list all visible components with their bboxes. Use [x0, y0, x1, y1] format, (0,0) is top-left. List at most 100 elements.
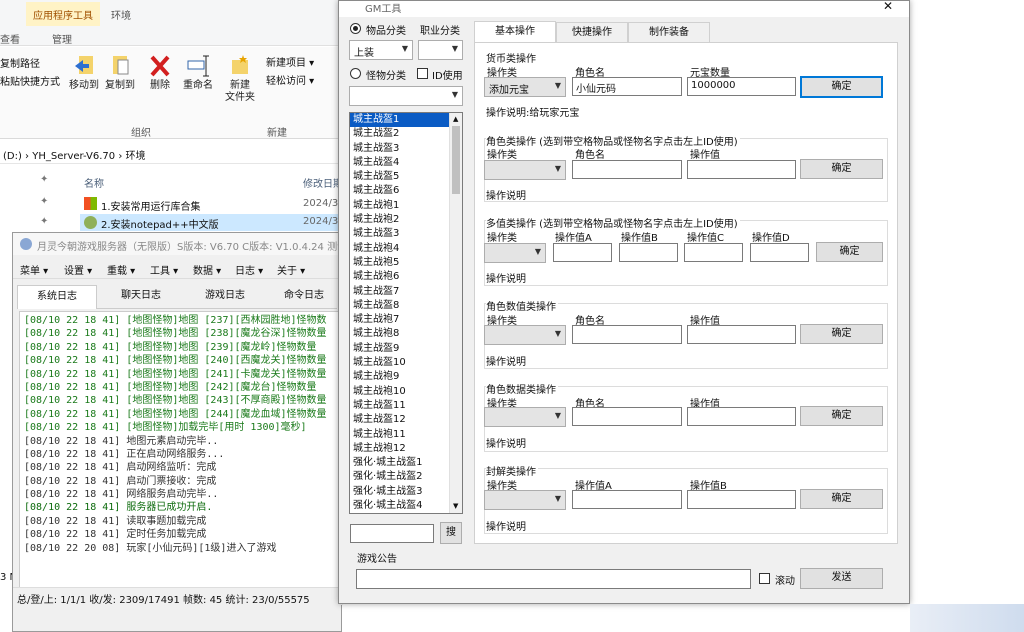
new-item-menu[interactable]: 新建项目 ▾ — [266, 54, 314, 69]
tab-chat-log[interactable]: 聊天日志 — [101, 285, 181, 309]
list-item[interactable]: 城主战袍1 — [350, 199, 449, 213]
radio-item-category[interactable] — [350, 23, 361, 34]
numeric-role-input[interactable] — [572, 325, 682, 344]
move-to-button[interactable]: 移动到 — [66, 54, 102, 92]
tab-command-log[interactable]: 命令日志 — [269, 285, 339, 309]
tab-craft-equip[interactable]: 制作装备 — [628, 22, 710, 42]
copy-path-action[interactable]: 复制路径 — [0, 55, 40, 70]
currency-confirm-button[interactable]: 确定 — [800, 76, 883, 98]
list-item[interactable]: 城主战盔9 — [350, 342, 449, 356]
menu-tools[interactable]: 工具 ▾ — [150, 262, 178, 277]
data-op-select[interactable]: ▼ — [484, 407, 566, 427]
file-row[interactable]: 1.安装常用运行库合集 2024/3 — [80, 196, 345, 213]
scroll-thumb[interactable] — [452, 126, 460, 194]
file-row-selected[interactable]: 2.安装notepad++中文版 2024/3 — [80, 214, 345, 231]
close-icon[interactable]: ✕ — [883, 0, 893, 13]
list-item[interactable]: 城主战袍2 — [350, 213, 449, 227]
tab-view[interactable]: 查看 — [0, 31, 20, 46]
copy-to-button[interactable]: 复制到 — [102, 54, 138, 92]
position-select[interactable]: 上装 ▼ — [349, 40, 413, 60]
numeric-value-input[interactable] — [687, 325, 796, 344]
tab-environment[interactable]: 环境 — [111, 7, 131, 22]
tab-game-log[interactable]: 游戏日志 — [185, 285, 265, 309]
menu-main[interactable]: 菜单 ▾ — [20, 262, 48, 277]
tab-quick-ops[interactable]: 快捷操作 — [556, 22, 628, 42]
data-value-input[interactable] — [687, 407, 796, 426]
list-item[interactable]: 强化·城主战盔4 — [350, 499, 449, 513]
numeric-confirm-button[interactable]: 确定 — [800, 324, 883, 344]
list-item[interactable]: 城主战袍8 — [350, 327, 449, 341]
id-use-checkbox[interactable] — [417, 68, 428, 79]
scroll-checkbox[interactable] — [759, 573, 770, 584]
monster-select[interactable]: ▼ — [349, 86, 463, 106]
list-item[interactable]: 强化·城主战盔1 — [350, 456, 449, 470]
list-scrollbar[interactable]: ▲ ▼ — [449, 113, 462, 513]
list-item[interactable]: 城主战盔8 — [350, 299, 449, 313]
new-folder-button[interactable]: 新建 文件夹 — [222, 54, 258, 104]
list-item[interactable]: 城主战盔6 — [350, 184, 449, 198]
value-b-input[interactable] — [619, 243, 678, 262]
list-item[interactable]: 城主战盔7 — [350, 285, 449, 299]
column-name[interactable]: 名称 — [84, 175, 104, 190]
tab-manage[interactable]: 管理 — [52, 31, 72, 46]
menu-about[interactable]: 关于 ▾ — [277, 262, 305, 277]
list-item[interactable]: 城主战盔3 — [350, 142, 449, 156]
ban-confirm-button[interactable]: 确定 — [800, 489, 883, 509]
role-value-input[interactable] — [687, 160, 796, 179]
delete-button[interactable]: 删除 — [145, 54, 175, 92]
menu-settings[interactable]: 设置 ▾ — [64, 262, 92, 277]
item-list[interactable]: 城主战盔1 城主战盔2 城主战盔3 城主战盔4 城主战盔5 城主战盔6 城主战袍… — [349, 112, 463, 514]
ban-value-b-input[interactable] — [687, 490, 796, 509]
list-item[interactable]: 城主战盔5 — [350, 170, 449, 184]
list-item[interactable]: 城主战袍11 — [350, 428, 449, 442]
list-item[interactable]: 城主战盔12 — [350, 413, 449, 427]
value-d-input[interactable] — [750, 243, 809, 262]
list-item[interactable]: 强化·城主战盔3 — [350, 485, 449, 499]
list-item[interactable]: 强化·城主战盔2 — [350, 470, 449, 484]
tab-system-log[interactable]: 系统日志 — [17, 285, 97, 309]
ban-op-select[interactable]: ▼ — [484, 490, 566, 510]
tab-app-tools[interactable]: 应用程序工具 — [33, 7, 93, 22]
column-date[interactable]: 修改日期 — [303, 175, 343, 190]
multi-op-select[interactable]: ▼ — [484, 243, 546, 263]
data-role-input[interactable] — [572, 407, 682, 426]
menu-data[interactable]: 数据 ▾ — [193, 262, 221, 277]
list-item[interactable]: 城主战袍4 — [350, 242, 449, 256]
announcement-input[interactable] — [356, 569, 751, 589]
list-item[interactable]: 城主战袍10 — [350, 385, 449, 399]
job-select[interactable]: ▼ — [418, 40, 463, 60]
list-item[interactable]: 城主战袍9 — [350, 370, 449, 384]
currency-op-select[interactable]: 添加元宝 ▼ — [484, 77, 566, 97]
data-confirm-button[interactable]: 确定 — [800, 406, 883, 426]
list-item[interactable]: 城主战盔11 — [350, 399, 449, 413]
yuanbao-amount-input[interactable]: 1000000 — [687, 77, 796, 96]
list-item-selected[interactable]: 城主战盔1 — [350, 113, 449, 128]
numeric-op-select[interactable]: ▼ — [484, 325, 566, 345]
log-panel[interactable]: [08/10 22 18 41] [地图怪物]地图 [237][西林园胜地]怪物… — [19, 311, 339, 601]
scroll-up-icon[interactable]: ▲ — [453, 115, 458, 123]
easy-access-menu[interactable]: 轻松访问 ▾ — [266, 72, 314, 87]
rename-button[interactable]: 重命名 — [178, 54, 218, 92]
gm-titlebar[interactable]: GM工具 ✕ — [339, 0, 909, 17]
role-confirm-button[interactable]: 确定 — [800, 159, 883, 179]
server-titlebar[interactable]: 月灵今朝游戏服务器（无限版）S版本: V6.70 C版本: V1.0.4.24 … — [13, 233, 347, 255]
value-c-input[interactable] — [684, 243, 743, 262]
address-bar[interactable]: (D:) › YH_Server-V6.70 › 环境 — [0, 142, 345, 164]
list-item[interactable]: 城主战袍7 — [350, 313, 449, 327]
role-op-select[interactable]: ▼ — [484, 160, 566, 180]
list-item[interactable]: 城主战袍12 — [350, 442, 449, 456]
scroll-down-icon[interactable]: ▼ — [453, 502, 458, 510]
paste-shortcut-action[interactable]: 粘贴快捷方式 — [0, 73, 60, 88]
list-item[interactable]: 城主战袍5 — [350, 256, 449, 270]
list-item[interactable]: 城主战盔4 — [350, 156, 449, 170]
list-item[interactable]: 城主战盔2 — [350, 127, 449, 141]
list-item[interactable]: 城主战袍6 — [350, 270, 449, 284]
send-announcement-button[interactable]: 发送 — [800, 568, 883, 589]
list-item[interactable]: 城主战盔10 — [350, 356, 449, 370]
currency-role-input[interactable]: 小仙元码 — [572, 77, 682, 96]
value-a-input[interactable] — [553, 243, 612, 262]
tab-basic-ops[interactable]: 基本操作 — [474, 21, 556, 43]
multi-confirm-button[interactable]: 确定 — [816, 242, 883, 262]
search-button[interactable]: 搜 — [440, 522, 462, 544]
menu-reload[interactable]: 重载 ▾ — [107, 262, 135, 277]
